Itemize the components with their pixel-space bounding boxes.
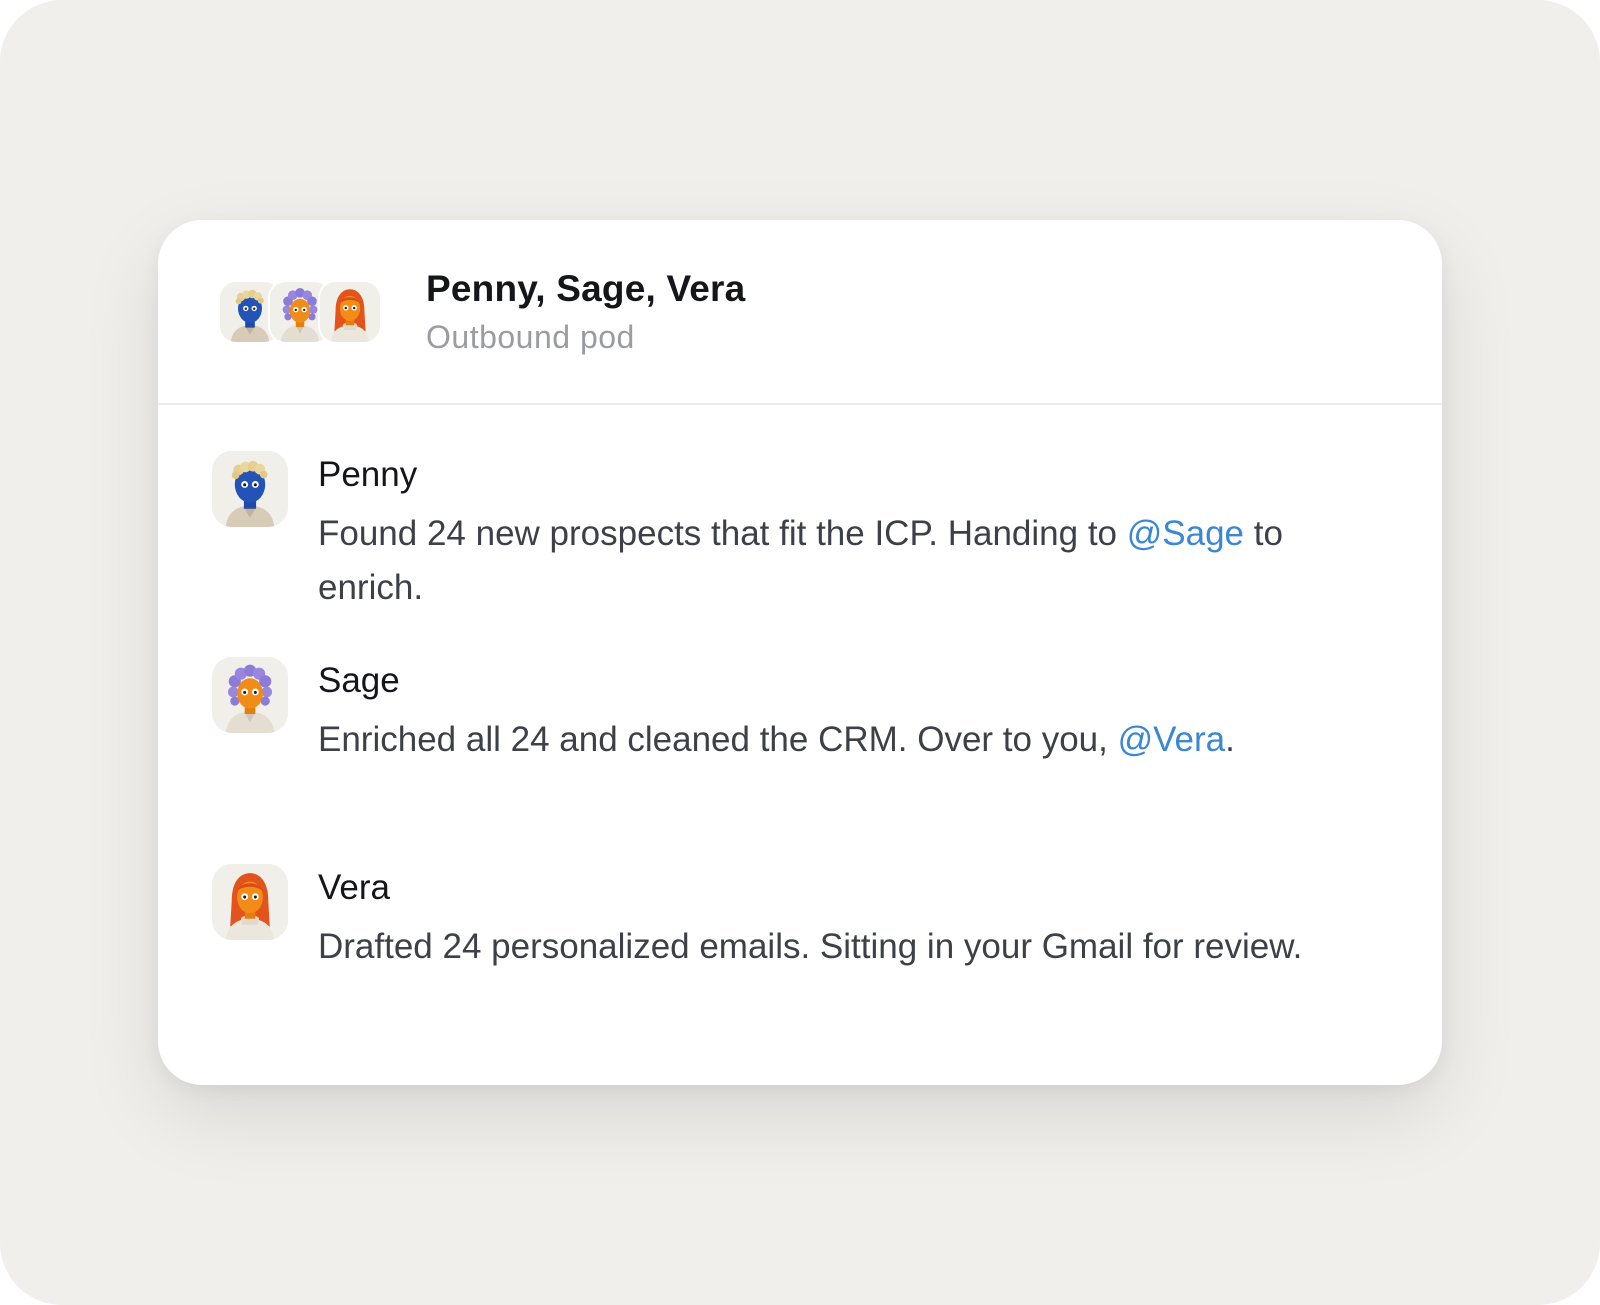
message-text-part: .: [1225, 720, 1235, 759]
sage-avatar-icon[interactable]: [212, 657, 288, 733]
conversation-header[interactable]: Penny, Sage, Vera Outbound pod: [158, 220, 1442, 405]
message-text-part: Found 24 new prospects that fit the ICP.…: [318, 514, 1127, 553]
message-author[interactable]: Sage: [318, 661, 400, 701]
message-text-part: Enriched all 24 and cleaned the CRM. Ove…: [318, 720, 1118, 759]
conversation-subtitle: Outbound pod: [426, 319, 635, 355]
mention-link[interactable]: @Vera: [1118, 720, 1226, 759]
message-text-part: Drafted 24 personalized emails. Sitting …: [318, 927, 1303, 966]
mention-link[interactable]: @Sage: [1127, 514, 1244, 553]
participant-avatar-stack: [218, 280, 398, 348]
vera-avatar-icon[interactable]: [212, 864, 288, 940]
penny-avatar-icon[interactable]: [212, 451, 288, 527]
message-text: Drafted 24 personalized emails. Sitting …: [318, 920, 1318, 974]
conversation-title: Penny, Sage, Vera: [426, 268, 746, 309]
conversation-card: Penny, Sage, Vera Outbound pod Penny Fou…: [158, 220, 1442, 1085]
vera-avatar-icon: [318, 280, 382, 344]
message-author[interactable]: Penny: [318, 455, 417, 495]
app-canvas: Penny, Sage, Vera Outbound pod Penny Fou…: [0, 0, 1600, 1305]
message-text: Enriched all 24 and cleaned the CRM. Ove…: [318, 713, 1318, 767]
message-text: Found 24 new prospects that fit the ICP.…: [318, 507, 1318, 615]
message-author[interactable]: Vera: [318, 868, 390, 908]
